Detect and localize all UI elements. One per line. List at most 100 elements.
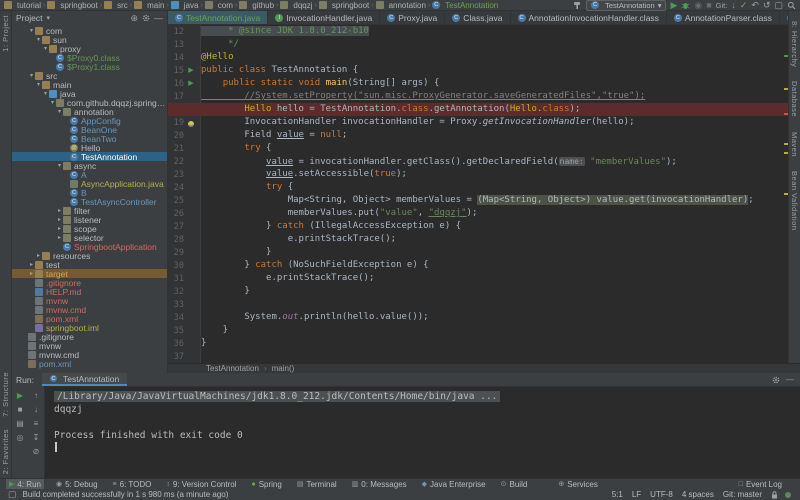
hide-panel-icon[interactable]: — <box>786 375 794 384</box>
lock-icon[interactable] <box>771 491 778 499</box>
tree-item[interactable]: C$Proxy1.class <box>12 62 167 71</box>
status-widget[interactable]: 5:1 <box>612 490 623 499</box>
stop-icon[interactable]: ■ <box>18 405 23 414</box>
toolwindow-button-event-log[interactable]: □Event Log <box>736 479 785 490</box>
toolwindow-button----messages[interactable]: ▥0: Messages <box>349 479 410 490</box>
toolwindow-button[interactable]: 8: Hierarchy <box>790 21 799 67</box>
search-icon[interactable] <box>787 1 796 10</box>
chevron-down-icon[interactable]: ▾ <box>46 14 50 22</box>
toolwindow-button----debug[interactable]: ◉5: Debug <box>53 479 101 490</box>
up-stack-icon[interactable]: ↑ <box>34 391 38 400</box>
tree-item[interactable]: ▸resources <box>12 251 167 260</box>
breadcrumb-item[interactable]: github <box>239 1 274 10</box>
breadcrumb-item[interactable]: CTestAnnotation <box>432 1 498 10</box>
breadcrumb-item[interactable]: springboot <box>47 1 97 10</box>
debug-button[interactable] <box>681 1 690 10</box>
tree-item[interactable]: ▾main <box>12 80 167 89</box>
breadcrumb-item[interactable]: springboot <box>319 1 369 10</box>
gear-icon[interactable] <box>772 376 780 384</box>
editor-gutter[interactable]: 12131415▶16▶1718192021222324252627282930… <box>168 25 201 363</box>
toolwindow-button-java-enterprise[interactable]: ◆Java Enterprise <box>419 479 489 490</box>
hammer-icon[interactable] <box>573 1 582 10</box>
git-revert-icon[interactable]: ↶ <box>751 1 759 10</box>
tree-item[interactable]: mvnw <box>12 296 167 305</box>
tree-item[interactable]: .gitignore <box>12 278 167 287</box>
locate-icon[interactable]: ⊕ <box>130 14 138 23</box>
toolwindow-button-terminal[interactable]: ▤Terminal <box>294 479 340 490</box>
run-gutter-icon[interactable]: ▶ <box>184 64 198 77</box>
rerun-icon[interactable]: ▶ <box>17 391 23 400</box>
toolwindow-button[interactable]: Bean Validation <box>790 171 799 230</box>
tree-item[interactable]: mvnw <box>12 341 167 350</box>
code-editor[interactable]: 12131415▶16▶1718192021222324252627282930… <box>168 25 788 363</box>
breadcrumb-item[interactable]: java <box>171 1 199 10</box>
tree-item[interactable]: mvnw.cmd <box>12 305 167 314</box>
tree-item[interactable]: ▾async <box>12 161 167 170</box>
tree-item[interactable]: ▾sun <box>12 35 167 44</box>
tree-item[interactable]: HELP.md <box>12 287 167 296</box>
code-area[interactable]: * @since JDK 1.8.0_212-b10 */@Hellopubli… <box>201 25 783 363</box>
run-button[interactable]: ▶ <box>670 1 677 10</box>
git-commit-icon[interactable]: ✓ <box>740 1 748 10</box>
window-icon[interactable]: ▢ <box>774 1 783 10</box>
breadcrumb-item[interactable]: annotation <box>376 1 426 10</box>
tree-item[interactable]: ▾src <box>12 71 167 80</box>
toolwindow-button-services[interactable]: ⊕Services <box>555 479 601 490</box>
toolwindow-button[interactable]: 7: Structure <box>1 372 10 417</box>
tree-item[interactable]: AsyncApplication.java <box>12 179 167 188</box>
tree-item[interactable]: ▸target <box>12 269 167 278</box>
toolwindow-button[interactable]: Maven <box>790 132 799 157</box>
run-console[interactable]: /Library/Java/JavaVirtualMachines/jdk1.8… <box>44 386 800 478</box>
status-widget[interactable]: 4 spaces <box>682 490 714 499</box>
breadcrumb-item[interactable]: com <box>205 1 233 10</box>
tree-item[interactable]: mvnw.cmd <box>12 350 167 359</box>
toolwindow-button-build[interactable]: ⊙Build <box>498 479 531 490</box>
toolwindows-icon[interactable]: ▢ <box>8 490 17 499</box>
toolwindow-button----run[interactable]: ▶4: Run <box>6 479 44 490</box>
editor-tab[interactable]: CAnnotationParser.class <box>667 11 780 25</box>
editor-tab[interactable]: CClass.java <box>445 11 510 25</box>
hide-panel-icon[interactable]: — <box>154 14 163 23</box>
breadcrumb-item[interactable]: main <box>134 1 164 10</box>
toolwindow-button[interactable]: 2: Favorites <box>1 429 10 474</box>
clear-icon[interactable]: ⊘ <box>33 447 40 456</box>
history-icon[interactable]: ↺ <box>763 1 771 10</box>
tree-item[interactable]: ▾com <box>12 26 167 35</box>
scroll-end-icon[interactable]: ↧ <box>33 433 40 442</box>
coverage-icon[interactable]: ◉ <box>694 1 702 10</box>
status-widget[interactable]: Git: master <box>723 490 762 499</box>
tree-item[interactable]: pom.xml <box>12 359 167 368</box>
editor-tab[interactable]: CProxy.java <box>380 11 445 25</box>
restore-layout-icon[interactable]: ▤ <box>16 419 24 428</box>
breadcrumb-method[interactable]: main() <box>272 364 295 373</box>
gear-icon[interactable] <box>142 14 150 22</box>
breadcrumb-item[interactable]: src <box>104 1 128 10</box>
breadcrumb-item[interactable]: tutorial <box>4 1 41 10</box>
toolwindow-button----todo[interactable]: ≡6: TODO <box>110 479 155 490</box>
toolwindow-button[interactable]: Database <box>790 81 799 117</box>
breadcrumb-class[interactable]: TestAnnotation <box>206 364 259 373</box>
editor-tab[interactable]: IInvocationHandler.java <box>268 11 380 25</box>
project-tree[interactable]: ▾com▾sun▾proxyC$Proxy0.classC$Proxy1.cla… <box>12 25 168 373</box>
toolwindow-button[interactable]: 1: Project <box>1 15 10 52</box>
editor-tab[interactable]: CTestAnnotation.java <box>168 11 268 25</box>
tree-item[interactable]: springboot.iml <box>12 323 167 332</box>
tree-item[interactable]: .gitignore <box>12 332 167 341</box>
stop-button[interactable]: ■ <box>706 1 711 10</box>
run-tab[interactable]: C TestAnnotation <box>42 373 127 386</box>
tree-item[interactable]: ▸test <box>12 260 167 269</box>
breadcrumb-item[interactable]: dqqzj <box>280 1 312 10</box>
run-config-selector[interactable]: C TestAnnotation ▾ <box>586 0 666 11</box>
down-stack-icon[interactable]: ↓ <box>34 405 38 414</box>
project-panel-header[interactable]: Project ▾ ⊕ — <box>12 11 168 25</box>
toolwindow-button-spring[interactable]: ●Spring <box>248 479 284 490</box>
status-widget[interactable]: LF <box>632 490 641 499</box>
pin-icon[interactable]: ◎ <box>17 433 24 442</box>
git-update-icon[interactable]: ↓ <box>731 1 736 10</box>
editor-tab[interactable]: CAnnotationInvocationHandler.class <box>511 11 667 25</box>
status-widget[interactable]: UTF-8 <box>650 490 673 499</box>
hector-icon[interactable] <box>784 491 792 499</box>
soft-wrap-icon[interactable]: ≡ <box>34 419 39 428</box>
intention-bulb-icon[interactable] <box>184 119 198 127</box>
toolwindow-button----version-control[interactable]: ↕9: Version Control <box>163 479 239 490</box>
